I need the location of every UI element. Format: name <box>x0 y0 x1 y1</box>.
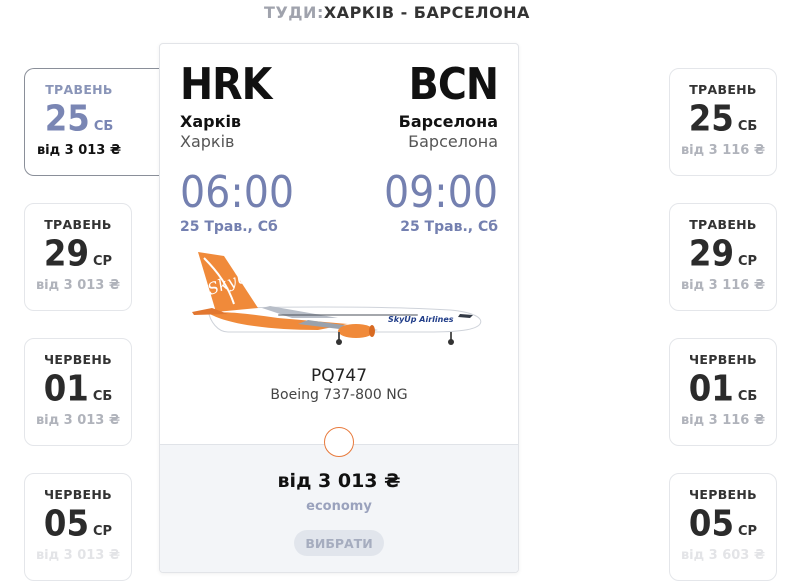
date-weekday: СР <box>93 254 113 269</box>
destination-code: BCN <box>408 59 499 110</box>
date-price: від 3 116 ₴ <box>680 143 766 158</box>
date-weekday: СР <box>93 524 113 539</box>
date-weekday: СР <box>738 524 758 539</box>
date-weekday: СР <box>738 254 758 269</box>
route-name: ХАРКІВ - БАРСЕЛОНА <box>323 3 530 22</box>
fuselage-logo: SkyUp Airlines <box>388 315 454 324</box>
origin-code: HRK <box>180 59 272 110</box>
date-day: 29 <box>43 233 89 275</box>
date-price: від 3 013 ₴ <box>36 143 122 158</box>
date-month: ЧЕРВЕНЬ <box>44 487 112 502</box>
date-card[interactable]: ЧЕРВЕНЬ 01 СБ від 3 116 ₴ <box>669 338 777 446</box>
destination-city: Барселона <box>398 112 498 131</box>
fare-class: economy <box>306 499 372 514</box>
date-price: від 3 116 ₴ <box>680 278 766 293</box>
date-day: 25 <box>688 98 734 140</box>
origin-block: HRK Харків Харків 06:00 25 Трав., Сб <box>180 59 295 236</box>
arrival-date: 25 Трав., Сб <box>400 219 498 235</box>
origin-airport: Харків <box>180 132 235 151</box>
date-day: 29 <box>688 233 734 275</box>
date-card[interactable]: ТРАВЕНЬ 29 СР від 3 116 ₴ <box>669 203 777 311</box>
arrival-time: 09:00 <box>383 167 498 218</box>
date-day: 01 <box>688 368 734 410</box>
date-month: ТРАВЕНЬ <box>689 217 757 232</box>
route-direction-label: ТУДИ: <box>264 3 324 22</box>
date-month: ТРАВЕНЬ <box>689 82 757 97</box>
date-card[interactable]: ЧЕРВЕНЬ 05 СР від 3 013 ₴ <box>24 473 132 581</box>
date-month: ЧЕРВЕНЬ <box>689 487 757 502</box>
date-weekday: СБ <box>93 119 114 134</box>
departure-date: 25 Трав., Сб <box>180 219 278 235</box>
date-price: від 3 603 ₴ <box>680 548 766 563</box>
aircraft-type: Boeing 737-800 NG <box>270 387 408 403</box>
route-title: ТУДИ:ХАРКІВ - БАРСЕЛОНА <box>0 3 794 22</box>
flight-price: від 3 013 ₴ <box>277 470 401 492</box>
date-month: ТРАВЕНЬ <box>45 82 113 97</box>
date-month: ТРАВЕНЬ <box>44 217 112 232</box>
date-card[interactable]: ТРАВЕНЬ 25 СБ від 3 116 ₴ <box>669 68 777 176</box>
date-month: ЧЕРВЕНЬ <box>689 352 757 367</box>
date-price: від 3 013 ₴ <box>35 413 121 428</box>
date-day: 05 <box>43 503 89 545</box>
flight-number: PQ747 <box>310 366 368 386</box>
date-day: 05 <box>688 503 734 545</box>
date-day: 25 <box>44 98 90 140</box>
select-flight-radio[interactable] <box>324 427 354 457</box>
date-weekday: СБ <box>737 119 758 134</box>
select-button[interactable]: ВИБРАТИ <box>294 530 384 556</box>
departure-time: 06:00 <box>180 167 295 218</box>
date-price: від 3 013 ₴ <box>35 548 121 563</box>
date-day: 01 <box>43 368 89 410</box>
date-card-selected[interactable]: ТРАВЕНЬ 25 СБ від 3 013 ₴ <box>24 68 164 176</box>
date-month: ЧЕРВЕНЬ <box>44 352 112 367</box>
date-price: від 3 013 ₴ <box>35 278 121 293</box>
date-card[interactable]: ТРАВЕНЬ 29 СР від 3 013 ₴ <box>24 203 132 311</box>
flight-card[interactable]: HRK Харків Харків 06:00 25 Трав., Сб BCN… <box>159 43 519 573</box>
date-price: від 3 116 ₴ <box>680 413 766 428</box>
origin-city: Харків <box>180 112 242 131</box>
date-card[interactable]: ЧЕРВЕНЬ 01 СБ від 3 013 ₴ <box>24 338 132 446</box>
destination-block: BCN Барселона Барселона 09:00 25 Трав., … <box>383 59 499 236</box>
destination-airport: Барселона <box>408 132 498 151</box>
date-card[interactable]: ЧЕРВЕНЬ 05 СР від 3 603 ₴ <box>669 473 777 581</box>
date-weekday: СБ <box>737 389 758 404</box>
date-weekday: СБ <box>92 389 113 404</box>
airplane-image: SkyUp SkyUp Airlines <box>192 252 482 345</box>
